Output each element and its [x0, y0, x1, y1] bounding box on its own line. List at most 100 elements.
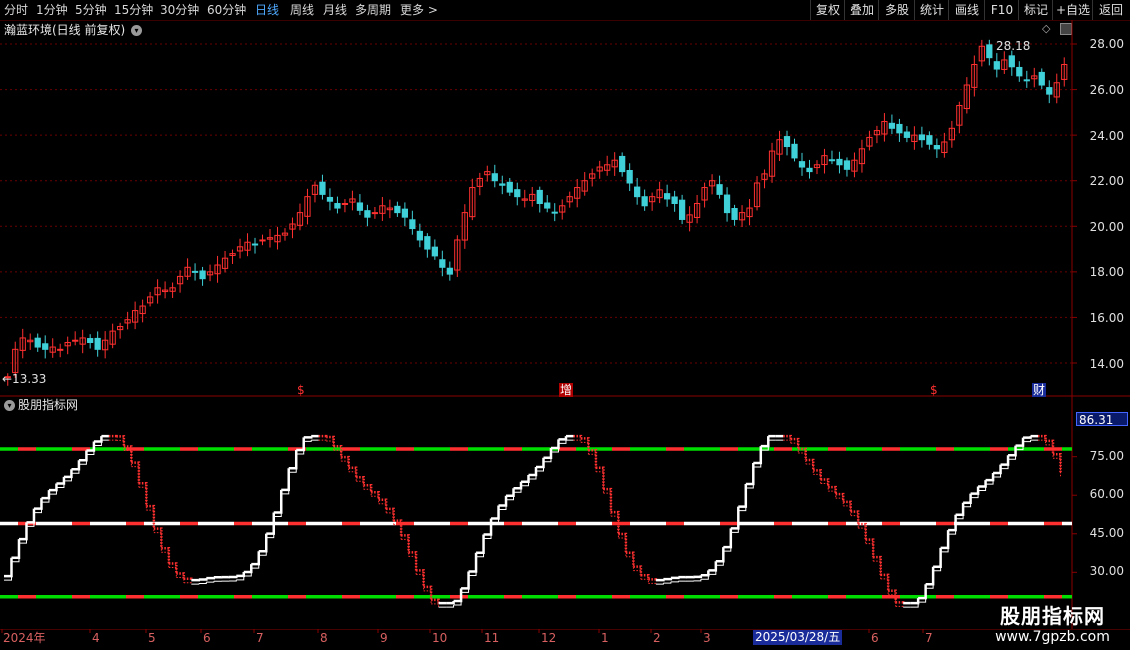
f10-button[interactable]: F10 [984, 0, 1019, 20]
ind-tick-60: 60.00 [1089, 487, 1124, 501]
oscillator-step-shadow [1053, 457, 1062, 478]
candle-body [993, 61, 1000, 70]
oscillator-step-shadow [648, 582, 657, 585]
dividend-marker[interactable]: $ [297, 383, 305, 397]
period-tab-monthly[interactable]: 月线 [323, 2, 347, 18]
oscillator-step [431, 598, 440, 604]
time-label: 2 [653, 631, 661, 645]
oscillator-step [498, 495, 508, 507]
time-label: 2024年 [3, 631, 46, 645]
oscillator-step [341, 455, 350, 468]
candle-body [401, 208, 408, 218]
watermark-title: 股朋指标网 [1000, 604, 1105, 628]
oscillator-step [873, 555, 882, 575]
oscillator-step [116, 435, 126, 447]
oscillator-step [78, 450, 88, 462]
oscillator-step-shadow [588, 453, 597, 472]
candle-body [42, 343, 49, 350]
dividend-marker-2[interactable]: $ [930, 383, 938, 397]
candle-body [723, 194, 731, 214]
back-button[interactable]: 返回 [1092, 0, 1129, 20]
oscillator-step [131, 461, 141, 484]
oscillator-step [715, 547, 725, 563]
candle-body [933, 145, 940, 150]
candle-body [619, 155, 626, 173]
time-label: 5 [148, 631, 156, 645]
indicator-chart[interactable] [0, 397, 1130, 629]
oscillator-step [700, 570, 710, 577]
oscillator-step [378, 498, 388, 509]
oscillator-step [670, 576, 680, 580]
candle-body [664, 193, 671, 200]
candle-body [888, 122, 896, 129]
oscillator-step [183, 577, 193, 581]
period-tab-1min[interactable]: 1分钟 [36, 2, 68, 18]
time-label: 9 [380, 631, 388, 645]
oscillator-step [783, 434, 793, 440]
watermark-url: www.7gpzb.com [995, 629, 1110, 645]
candle-body [626, 169, 633, 184]
candle-body [34, 337, 41, 348]
price-chart[interactable] [0, 20, 1130, 397]
top-toolbar: 分时 1分钟 5分钟 15分钟 30分钟 60分钟 日线 周线 月线 多周期 更… [0, 0, 1130, 21]
oscillator-step [985, 473, 995, 482]
period-tab-daily[interactable]: 日线 [255, 2, 279, 18]
price-tick-26: 26.00 [1089, 83, 1124, 97]
candle-body [716, 184, 723, 195]
fuquan-button[interactable]: 复权 [810, 0, 845, 20]
candle-body [446, 267, 453, 275]
price-tick-14: 14.00 [1089, 357, 1124, 371]
oscillator-step [236, 572, 246, 578]
period-tab-5min[interactable]: 5分钟 [75, 2, 107, 18]
oscillator-step [963, 493, 972, 504]
oscillator-step [536, 457, 545, 469]
price-tick-28: 28.00 [1089, 37, 1124, 51]
oscillator-step [528, 466, 538, 477]
period-tab-60min[interactable]: 60分钟 [207, 2, 246, 18]
oscillator-step-shadow [618, 537, 627, 557]
oscillator-step [640, 574, 650, 580]
financial-report-marker[interactable]: 财 [1032, 383, 1047, 397]
time-label: 3 [703, 631, 711, 645]
oscillator-step [446, 600, 455, 605]
oscillator-step-shadow [603, 492, 612, 517]
oscillator-step-shadow [401, 538, 410, 557]
draw-line-button[interactable]: 画线 [948, 0, 985, 20]
oscillator-step [723, 528, 733, 549]
oscillator-step [56, 476, 66, 485]
period-tab-15min[interactable]: 15分钟 [114, 2, 153, 18]
watermark: 股朋指标网 www.7gpzb.com [980, 600, 1125, 645]
period-tab-multi[interactable]: 多周期 [355, 2, 391, 18]
oscillator-step [63, 469, 73, 479]
oscillator-step-shadow [693, 579, 702, 582]
oscillator-step [153, 527, 163, 549]
oscillator-step-shadow [663, 581, 672, 584]
multi-stock-button[interactable]: 多股 [878, 0, 915, 20]
oscillator-step-shadow [183, 582, 192, 585]
oscillator-step [401, 534, 410, 553]
period-tab-more[interactable]: 更多 > [400, 2, 438, 18]
period-tab-weekly[interactable]: 周线 [290, 2, 314, 18]
oscillator-step-shadow [865, 543, 874, 562]
share-increase-marker[interactable]: 增 [559, 383, 574, 397]
oscillator-step [243, 564, 253, 574]
mark-button[interactable]: 标记 [1018, 0, 1053, 20]
candle-body [514, 189, 521, 198]
oscillator-step [521, 474, 530, 484]
oscillator-step-shadow [198, 582, 207, 584]
oscillator-step [648, 578, 658, 581]
time-label: 11 [484, 631, 500, 645]
add-watchlist-button[interactable]: +自选 [1052, 0, 1093, 20]
stats-button[interactable]: 统计 [914, 0, 949, 20]
oscillator-step [281, 468, 290, 492]
overlay-button[interactable]: 叠加 [844, 0, 879, 20]
oscillator-step [805, 458, 815, 471]
period-tab-30min[interactable]: 30分钟 [160, 2, 199, 18]
time-label: 7 [256, 631, 264, 645]
oscillator-step [588, 448, 598, 468]
period-tab-分时[interactable]: 分时 [4, 2, 28, 18]
oscillator-step [386, 507, 395, 521]
price-tick-22: 22.00 [1089, 174, 1124, 188]
oscillator-step [603, 487, 613, 513]
candle-body [678, 199, 686, 220]
